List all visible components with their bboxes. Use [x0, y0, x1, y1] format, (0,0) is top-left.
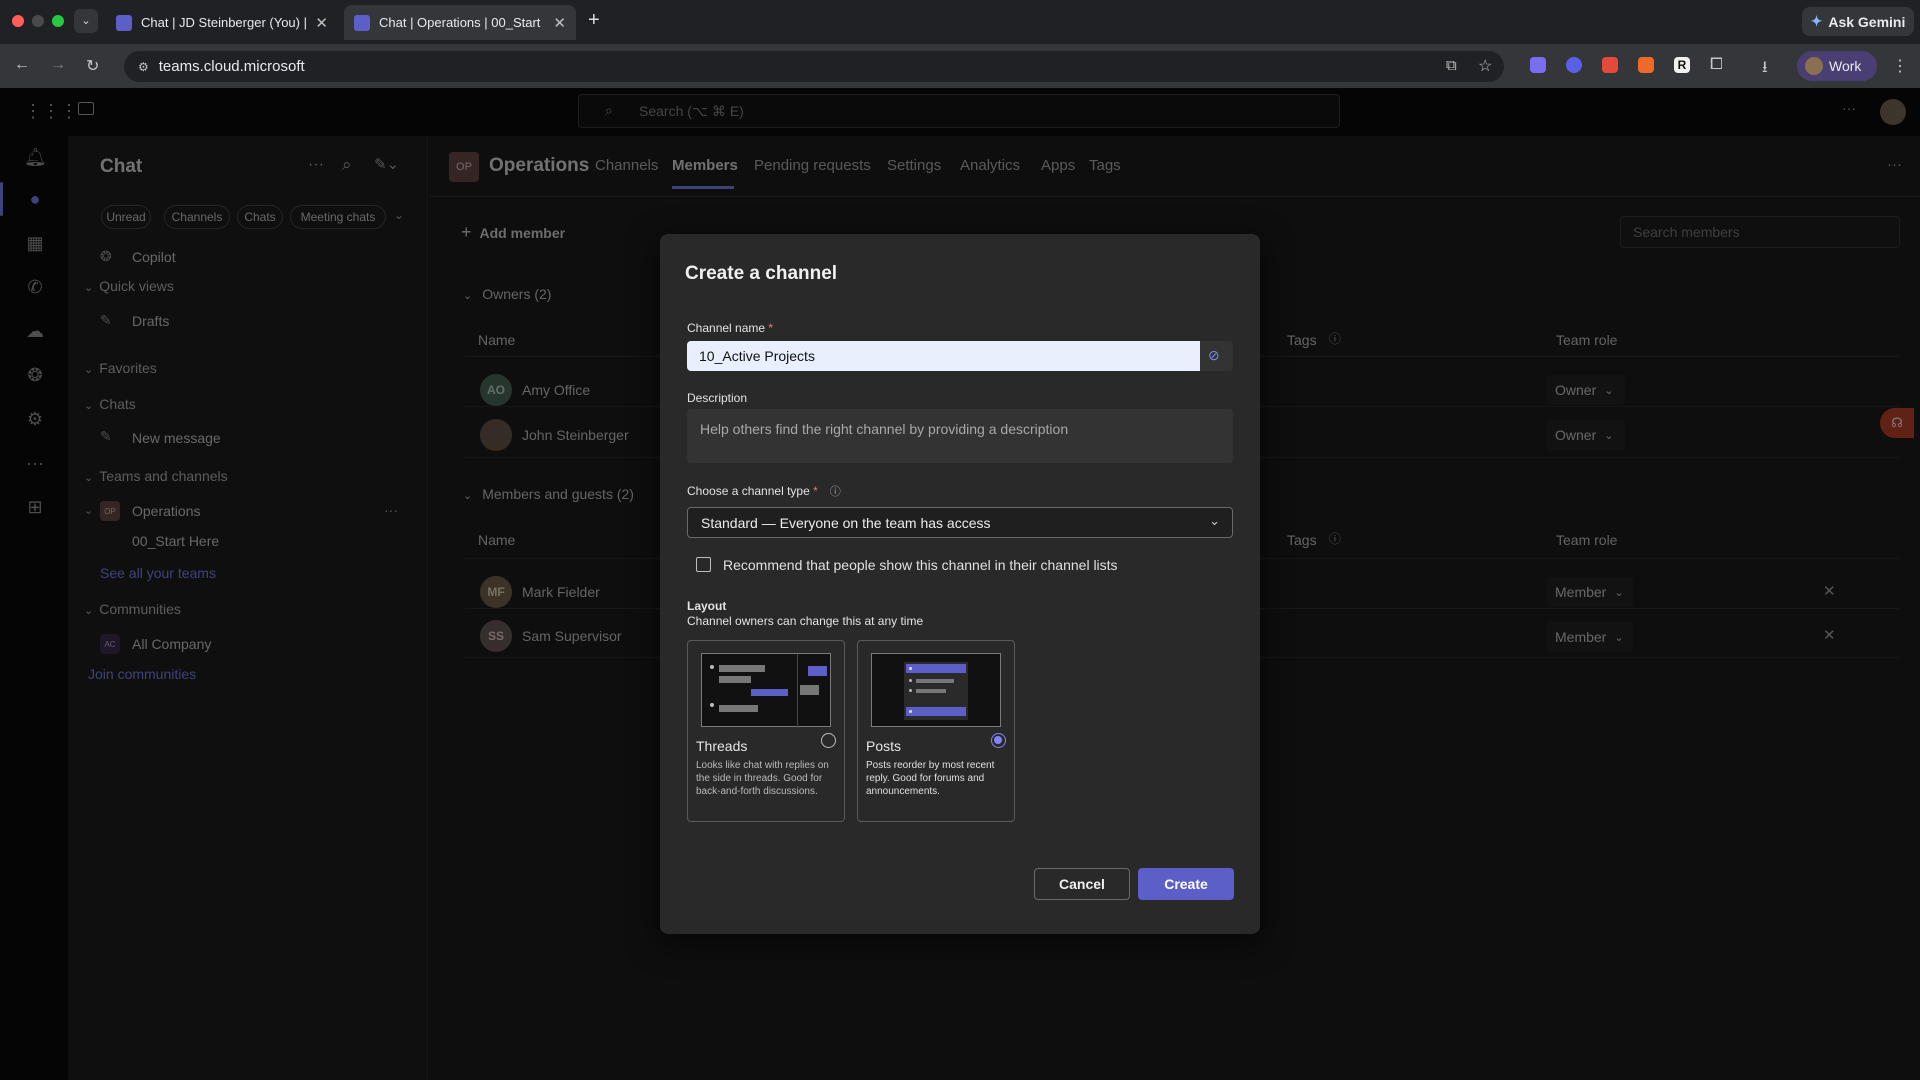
reload-icon[interactable]: ↻: [86, 56, 99, 76]
channel-type-select[interactable]: Standard — Everyone on the team has acce…: [687, 507, 1233, 538]
extensions-puzzle-icon[interactable]: ⧠: [1710, 56, 1723, 74]
create-button[interactable]: Create: [1138, 868, 1234, 900]
browser-tab-strip: ⌄ Chat | JD Steinberger (You) | M ✕ Chat…: [0, 0, 1920, 44]
close-window-button[interactable]: [12, 15, 24, 27]
extension-2-icon[interactable]: [1566, 57, 1582, 73]
tab-title: Chat | JD Steinberger (You) | M: [141, 15, 308, 30]
teams-favicon-icon: [354, 14, 370, 31]
layout-sublabel: Channel owners can change this at any ti…: [687, 614, 924, 628]
site-settings-icon[interactable]: ⚙: [138, 60, 149, 74]
tab-search-chevron-icon[interactable]: ⌄: [74, 9, 98, 33]
extension-3-icon[interactable]: [1602, 57, 1618, 73]
gemini-sparkle-icon: ✦: [1810, 13, 1823, 29]
close-tab-icon[interactable]: ✕: [553, 14, 566, 32]
recommend-checkbox[interactable]: [696, 557, 711, 572]
extension-1-icon[interactable]: [1530, 57, 1546, 73]
layout-posts-desc: Posts reorder by most recent reply. Good…: [866, 760, 995, 797]
extension-4-icon[interactable]: [1638, 57, 1654, 73]
channel-name-label: Channel name *: [687, 321, 774, 335]
address-bar[interactable]: ⚙ teams.cloud.microsoft ⧉ ☆: [124, 51, 1504, 82]
teams-favicon-icon: [116, 14, 132, 31]
layout-card-posts[interactable]: Posts Posts reorder by most recent reply…: [857, 640, 1015, 822]
browser-tab-1[interactable]: Chat | JD Steinberger (You) | M ✕: [106, 5, 338, 40]
url-text: teams.cloud.microsoft: [158, 58, 305, 75]
extension-r-icon[interactable]: R: [1674, 57, 1690, 73]
layout-threads-radio[interactable]: [821, 733, 836, 748]
description-placeholder: Help others find the right channel by pr…: [700, 421, 1069, 437]
chevron-down-icon: ⌄: [1209, 513, 1220, 528]
profile-button[interactable]: Work: [1797, 51, 1877, 81]
install-app-icon[interactable]: ⧉: [1446, 57, 1457, 74]
browser-tab-2[interactable]: Chat | Operations | 00_Start H ✕: [344, 5, 576, 40]
back-arrow-icon[interactable]: ←: [14, 56, 30, 74]
profile-label: Work: [1829, 58, 1862, 74]
profile-avatar: [1805, 57, 1823, 75]
minimize-window-button[interactable]: [32, 15, 44, 27]
layout-card-threads[interactable]: Threads Looks like chat with replies on …: [687, 640, 845, 822]
channel-type-label: Choose a channel type * ⓘ: [687, 483, 841, 499]
valid-check-icon: ⊘: [1208, 347, 1220, 363]
layout-posts-radio[interactable]: [991, 733, 1006, 748]
layout-posts-title: Posts: [866, 738, 902, 754]
layout-label: Layout: [687, 599, 727, 613]
new-tab-button[interactable]: +: [588, 9, 600, 32]
browser-menu-icon[interactable]: ⋮: [1892, 56, 1908, 76]
tab-title: Chat | Operations | 00_Start H: [379, 15, 546, 30]
bookmark-star-icon[interactable]: ☆: [1478, 56, 1492, 76]
threads-preview-image: [701, 653, 831, 728]
dialog-title: Create a channel: [685, 263, 838, 284]
posts-preview-image: [871, 653, 1001, 727]
channel-name-input[interactable]: 10_Active Projects: [687, 341, 1200, 371]
recommend-label: Recommend that people show this channel …: [723, 557, 1118, 573]
channel-type-value: Standard — Everyone on the team has acce…: [701, 514, 991, 531]
description-input[interactable]: Help others find the right channel by pr…: [687, 409, 1233, 463]
channel-type-info-icon[interactable]: ⓘ: [830, 483, 841, 499]
maximize-window-button[interactable]: [52, 15, 64, 27]
create-channel-dialog: Create a channel Channel name * 10_Activ…: [660, 234, 1260, 934]
close-tab-icon[interactable]: ✕: [315, 14, 328, 32]
cancel-button[interactable]: Cancel: [1034, 868, 1130, 900]
layout-threads-title: Threads: [696, 738, 748, 754]
description-label: Description: [687, 391, 748, 405]
ask-gemini-button[interactable]: ✦ Ask Gemini: [1802, 7, 1914, 36]
browser-toolbar: ← → ↻ ⚙ teams.cloud.microsoft ⧉ ☆ R ⧠ ⭳ …: [0, 44, 1920, 88]
forward-arrow-icon[interactable]: →: [50, 56, 66, 74]
ask-gemini-label: Ask Gemini: [1828, 13, 1906, 30]
layout-threads-desc: Looks like chat with replies on the side…: [696, 760, 829, 797]
channel-name-field: 10_Active Projects ⊘: [687, 341, 1233, 371]
downloads-icon[interactable]: ⭳: [1762, 56, 1768, 83]
